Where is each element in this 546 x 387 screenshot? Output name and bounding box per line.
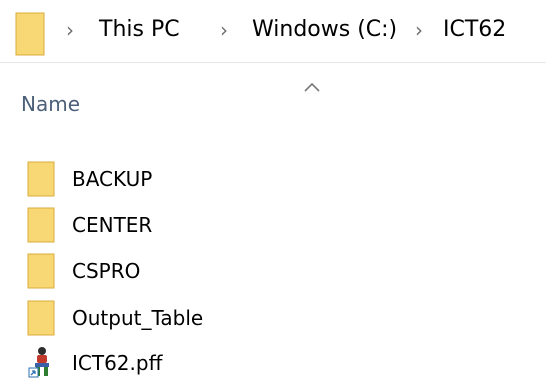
folder-icon <box>27 161 55 197</box>
list-item-label: CSPRO <box>72 259 141 283</box>
sort-ascending-icon <box>304 82 320 92</box>
breadcrumb-this-pc[interactable]: This PC <box>99 15 180 45</box>
list-item[interactable]: BACKUP <box>0 157 546 203</box>
list-item-label: ICT62.pff <box>72 351 163 375</box>
list-item-label: BACKUP <box>72 167 153 191</box>
breadcrumb-ict62[interactable]: ICT62 <box>443 15 506 45</box>
list-item[interactable]: Output_Table <box>0 296 546 342</box>
folder-icon <box>27 300 55 336</box>
list-item[interactable]: CSPRO <box>0 249 546 295</box>
list-item-label: Output_Table <box>72 306 204 330</box>
column-header-name[interactable]: Name <box>21 90 80 118</box>
breadcrumb-separator-icon: › <box>220 18 228 42</box>
folder-icon <box>27 207 55 243</box>
list-item[interactable]: ICT62.pff <box>0 341 546 387</box>
list-item[interactable]: CENTER <box>0 203 546 249</box>
breadcrumb-separator-icon: › <box>415 18 423 42</box>
address-bar[interactable]: › This PC › Windows (C:) › ICT62 <box>0 0 546 63</box>
pff-file-icon <box>28 347 49 378</box>
folder-icon <box>27 253 55 289</box>
folder-icon <box>15 12 45 56</box>
breadcrumb-windows-c[interactable]: Windows (C:) <box>252 15 397 45</box>
breadcrumb-separator-icon: › <box>66 18 74 42</box>
list-item-label: CENTER <box>72 213 153 237</box>
